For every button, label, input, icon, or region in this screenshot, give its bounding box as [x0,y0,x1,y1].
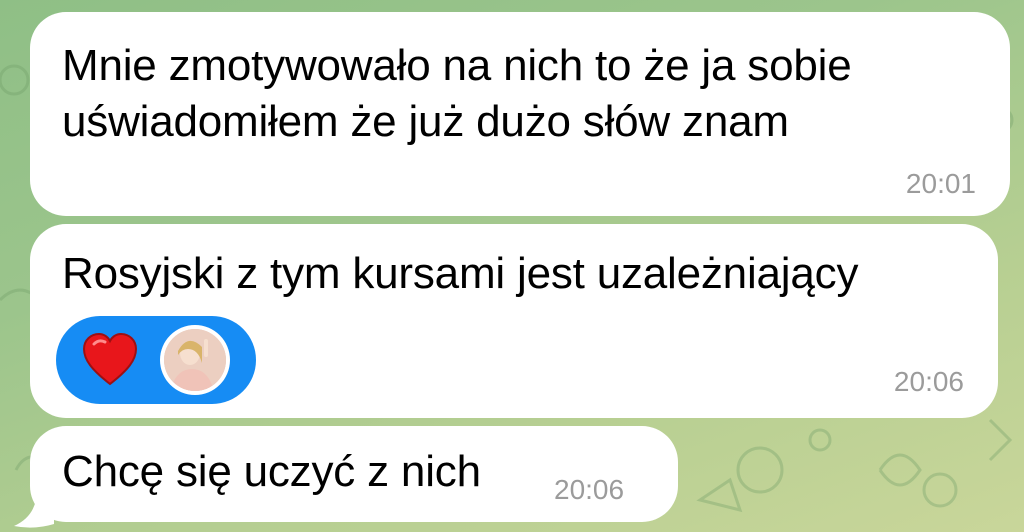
message-timestamp-2: 20:06 [893,366,964,397]
message-timestamp-3: 20:06 [554,474,625,505]
message-text-3: Chcę się uczyć z nich [62,447,481,496]
message-text-1: Mnie zmotywowało na nich to że ja sobie … [62,38,992,150]
reaction-pill[interactable] [56,316,256,404]
message-text-1-line-1: Mnie zmotywowało na nich to że ja sobie [62,41,852,90]
avatar[interactable] [160,325,230,395]
message-bubble-3[interactable]: Chcę się uczyć z nich 20:06 [30,426,678,522]
bubble-tail [14,500,54,528]
message-text-2: Rosyjski z tym kursami jest uzależniając… [62,249,859,298]
avatar-image [164,329,226,391]
message-text-1-line-2: uświadomiłem że już dużo słów znam [62,97,789,146]
heart-icon [82,332,138,386]
message-bubble-1[interactable]: Mnie zmotywowało na nich to że ja sobie … [30,12,1010,216]
message-timestamp-1: 20:01 [905,168,976,199]
